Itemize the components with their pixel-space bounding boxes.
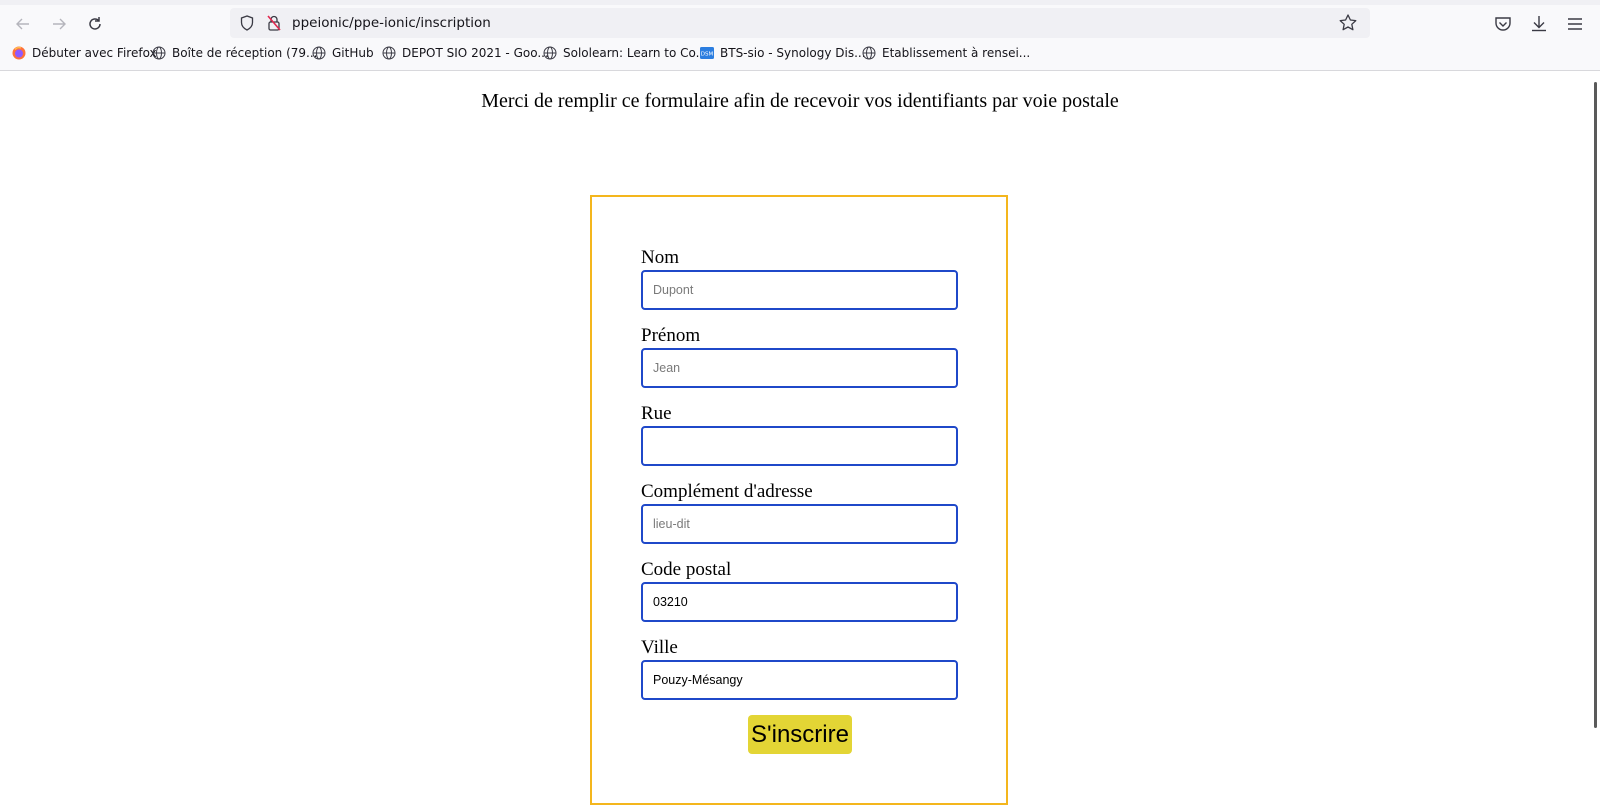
prenom-label: Prénom <box>641 325 701 346</box>
address-bar[interactable]: ppeionic/ppe-ionic/inscription <box>230 8 1370 38</box>
code-postal-input[interactable] <box>641 582 958 622</box>
page-scrollbar[interactable] <box>1594 82 1597 728</box>
bookmark-label: GitHub <box>332 46 374 60</box>
ville-label: Ville <box>641 637 678 658</box>
globe-icon <box>152 46 166 60</box>
prenom-input[interactable] <box>641 348 958 388</box>
complement-label: Complément d'adresse <box>641 481 813 502</box>
pocket-icon[interactable] <box>1492 13 1514 35</box>
bookmark-item[interactable]: Boîte de réception (79... <box>152 46 317 60</box>
nom-input[interactable] <box>641 270 958 310</box>
tracking-shield-icon[interactable] <box>240 15 254 31</box>
code-postal-label: Code postal <box>641 559 732 580</box>
globe-icon <box>543 46 557 60</box>
nom-label: Nom <box>641 247 679 268</box>
bookmark-label: DEPOT SIO 2021 - Goo... <box>402 46 549 60</box>
bookmark-label: Etablissement à rensei... <box>882 46 1031 60</box>
bookmark-label: Sololearn: Learn to Co... <box>563 46 708 60</box>
bookmark-item[interactable]: Débuter avec Firefox <box>12 46 157 60</box>
back-arrow-icon[interactable] <box>12 13 34 35</box>
bookmark-label: Débuter avec Firefox <box>32 46 157 60</box>
bookmark-item[interactable]: DSM BTS-sio - Synology Dis... <box>700 46 866 60</box>
globe-icon <box>862 46 876 60</box>
navigation-toolbar: ppeionic/ppe-ionic/inscription <box>0 5 1600 40</box>
globe-icon <box>382 46 396 60</box>
globe-icon <box>312 46 326 60</box>
bookmark-item[interactable]: Sololearn: Learn to Co... <box>543 46 707 60</box>
inscrire-button[interactable]: S'inscrire <box>748 715 852 754</box>
ville-input[interactable] <box>641 660 958 700</box>
reload-icon[interactable] <box>84 13 106 35</box>
bookmark-label: BTS-sio - Synology Dis... <box>720 46 866 60</box>
rue-label: Rue <box>641 403 672 424</box>
hamburger-menu-icon[interactable] <box>1564 13 1586 35</box>
bookmark-item[interactable]: GitHub <box>312 46 374 60</box>
bookmarks-toolbar: Débuter avec Firefox Boîte de réception … <box>0 40 1600 71</box>
forward-arrow-icon[interactable] <box>48 13 70 35</box>
downloads-icon[interactable] <box>1528 13 1550 35</box>
bookmark-item[interactable]: Etablissement à rensei... <box>862 46 1030 60</box>
bookmark-item[interactable]: DEPOT SIO 2021 - Goo... <box>382 46 549 60</box>
bookmark-star-icon[interactable] <box>1338 13 1358 33</box>
dsm-icon: DSM <box>700 47 714 59</box>
bookmark-label: Boîte de réception (79... <box>172 46 318 60</box>
insecure-lock-icon[interactable] <box>266 14 282 32</box>
url-text[interactable]: ppeionic/ppe-ionic/inscription <box>292 15 491 31</box>
firefox-icon <box>12 46 26 60</box>
rue-input[interactable] <box>641 426 958 466</box>
svg-text:DSM: DSM <box>701 52 714 58</box>
page-intro-text: Merci de remplir ce formulaire afin de r… <box>481 90 1119 112</box>
complement-input[interactable] <box>641 504 958 544</box>
